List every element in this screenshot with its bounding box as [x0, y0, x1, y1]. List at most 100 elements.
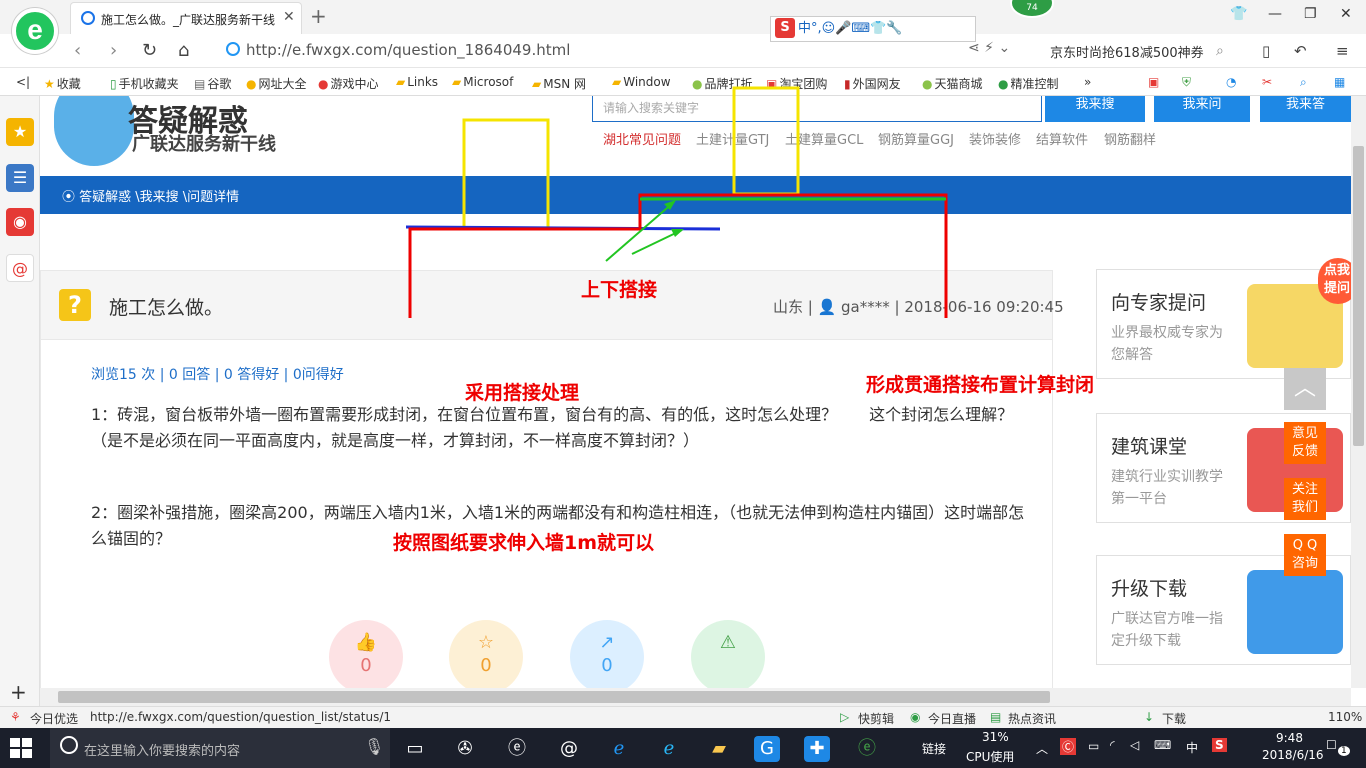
back-icon[interactable]: ‹: [74, 40, 81, 61]
folder-icon[interactable]: ▰: [706, 736, 732, 762]
action-button[interactable]: ⚠: [691, 620, 765, 688]
back-to-top-button[interactable]: ︿: [1284, 368, 1326, 410]
link-label[interactable]: 链接: [922, 740, 946, 757]
wifi-icon[interactable]: ◜: [1110, 738, 1115, 752]
ime-toolbar[interactable]: S 中°,☺🎤⌨👕🔧: [770, 16, 976, 42]
undo-icon[interactable]: ↶: [1294, 42, 1307, 60]
star-icon[interactable]: ★: [6, 118, 34, 146]
app-plus-icon[interactable]: ✚: [804, 736, 830, 762]
list-icon[interactable]: ☰: [6, 164, 34, 192]
status-item[interactable]: 热点资讯: [1008, 710, 1056, 727]
hot-link[interactable]: 土建计量GTJ: [696, 129, 769, 148]
breadcrumb[interactable]: ⦿ 答疑解惑 \我来搜 \问题详情: [62, 186, 239, 205]
maximize-icon[interactable]: ❐: [1304, 6, 1317, 22]
action-button[interactable]: ☆ 0: [449, 620, 523, 688]
action-button[interactable]: 👍 0: [329, 620, 403, 688]
site-search-input[interactable]: 请输入搜索关键字: [592, 96, 1042, 122]
browser-green-icon[interactable]: ⓔ: [854, 736, 880, 762]
search-button[interactable]: 我来搜: [1045, 96, 1145, 122]
vertical-scroll-thumb[interactable]: [1353, 146, 1364, 446]
favorite-item[interactable]: ● 网址大全: [246, 75, 307, 92]
hot-link[interactable]: 钢筋算量GGJ: [878, 129, 954, 148]
home-icon[interactable]: ⌂: [178, 40, 189, 61]
answer-button[interactable]: 我来答: [1260, 96, 1351, 122]
status-item[interactable]: 下载: [1162, 710, 1186, 727]
notification-icon[interactable]: ☐: [1326, 738, 1337, 752]
float-button[interactable]: 关注我们: [1284, 478, 1326, 520]
browser-logo[interactable]: e: [12, 8, 58, 54]
favorite-item[interactable]: ▯ 手机收藏夹: [110, 75, 179, 92]
weibo-icon[interactable]: ◉: [6, 208, 34, 236]
task-view-icon[interactable]: ▭: [402, 736, 428, 762]
tab-close-icon[interactable]: ✕: [283, 9, 295, 25]
favorite-item[interactable]: ★ 收藏: [44, 75, 81, 92]
favorite-item[interactable]: ● 天猫商城: [922, 75, 983, 92]
float-button[interactable]: 意见反馈: [1284, 422, 1326, 464]
forward-icon[interactable]: ›: [110, 40, 117, 61]
ime-indicator[interactable]: 中: [1186, 739, 1198, 756]
status-item[interactable]: 今日直播: [928, 710, 976, 727]
mascot-bubble[interactable]: 点我提问: [1318, 258, 1351, 304]
favorite-item[interactable]: ▮ 外国网友: [844, 75, 901, 92]
hot-link[interactable]: 结算软件: [1036, 129, 1088, 148]
vertical-scrollbar[interactable]: [1351, 96, 1366, 688]
tray-app-icon[interactable]: Ⓒ: [1060, 738, 1077, 755]
favorite-item[interactable]: ▰ Links: [396, 75, 438, 89]
search-icon[interactable]: ⌕: [1216, 43, 1224, 59]
new-tab-button[interactable]: +: [310, 4, 327, 28]
edge-icon[interactable]: ℯ: [606, 736, 632, 762]
mail-icon[interactable]: @: [6, 254, 34, 282]
status-item[interactable]: 快剪辑: [858, 710, 894, 727]
minimize-icon[interactable]: —: [1268, 6, 1282, 22]
action-button[interactable]: ↗ 0: [570, 620, 644, 688]
taskbar-search[interactable]: 在这里输入你要搜索的内容 🎙: [50, 728, 390, 768]
scissors-icon[interactable]: ✂: [1262, 75, 1272, 89]
sogou-tray-icon[interactable]: S: [1212, 738, 1227, 752]
favorite-item[interactable]: ▤ 谷歌: [194, 75, 231, 92]
favorite-item[interactable]: ● 品牌打折: [692, 75, 753, 92]
windows-start-icon[interactable]: [10, 738, 32, 758]
clock-date[interactable]: 2018/6/16: [1262, 748, 1324, 762]
collapse-icon[interactable]: <|: [16, 75, 30, 89]
hot-link[interactable]: 钢筋翻样: [1104, 129, 1156, 148]
favorite-item[interactable]: ▰ Microsof: [452, 75, 513, 89]
hot-link[interactable]: 装饰装修: [969, 129, 1021, 148]
share-icon[interactable]: ⋖ ⚡ ⌄: [968, 40, 1010, 56]
hot-link[interactable]: 湖北常见问题: [603, 129, 681, 148]
zoom-icon[interactable]: ⌕: [1300, 75, 1307, 90]
horizontal-scroll-thumb[interactable]: [58, 691, 1050, 703]
favorite-item[interactable]: ▰ Window: [612, 75, 671, 89]
tray-expand-icon[interactable]: ︿: [1036, 740, 1048, 757]
keyboard-icon[interactable]: ⌨: [1154, 738, 1171, 752]
browser-tab[interactable]: 施工怎么做。_广联达服务新干线 ✕: [70, 2, 302, 34]
favorite-item[interactable]: ● 游戏中心: [318, 75, 379, 92]
side-card[interactable]: 向专家提问 业界最权威专家为您解答: [1096, 269, 1351, 379]
ie-taskbar-icon[interactable]: ℯ: [656, 736, 682, 762]
grid-icon[interactable]: ▦: [1334, 75, 1345, 89]
translate-icon[interactable]: ◔: [1226, 75, 1236, 89]
search-suggestion[interactable]: 京东时尚抢618减500神券: [1050, 42, 1204, 61]
spiral-icon[interactable]: @: [556, 736, 582, 762]
ask-button[interactable]: 我来问: [1154, 96, 1250, 122]
menu-icon[interactable]: ≡: [1336, 42, 1349, 60]
more-favorites-icon[interactable]: »: [1084, 75, 1091, 89]
battery-icon[interactable]: ▭: [1088, 739, 1099, 753]
float-button[interactable]: Q Q咨询: [1284, 534, 1326, 576]
skin-icon[interactable]: 👕: [1230, 6, 1247, 22]
shield-icon[interactable]: ⛨: [1182, 75, 1191, 90]
favorite-item[interactable]: ▣ 淘宝团购: [766, 75, 827, 92]
favorite-item[interactable]: ● 精准控制: [998, 75, 1059, 92]
status-item[interactable]: 110%: [1328, 710, 1362, 724]
phone-icon[interactable]: ▯: [1262, 42, 1270, 60]
fan-icon[interactable]: ✇: [452, 736, 478, 762]
horizontal-scrollbar[interactable]: [40, 688, 1351, 706]
add-sidebar-icon[interactable]: +: [10, 680, 27, 704]
browser-taskbar-icon[interactable]: ⓔ: [504, 736, 530, 762]
microphone-icon[interactable]: 🎙: [364, 737, 384, 756]
hot-link[interactable]: 土建算量GCL: [785, 129, 863, 148]
glodon-icon[interactable]: G: [754, 736, 780, 762]
status-left[interactable]: 今日优选: [30, 710, 78, 727]
favorite-item[interactable]: ▰ MSN 网: [532, 75, 586, 92]
volume-icon[interactable]: ◁: [1130, 738, 1139, 752]
refresh-icon[interactable]: ↻: [142, 40, 157, 61]
